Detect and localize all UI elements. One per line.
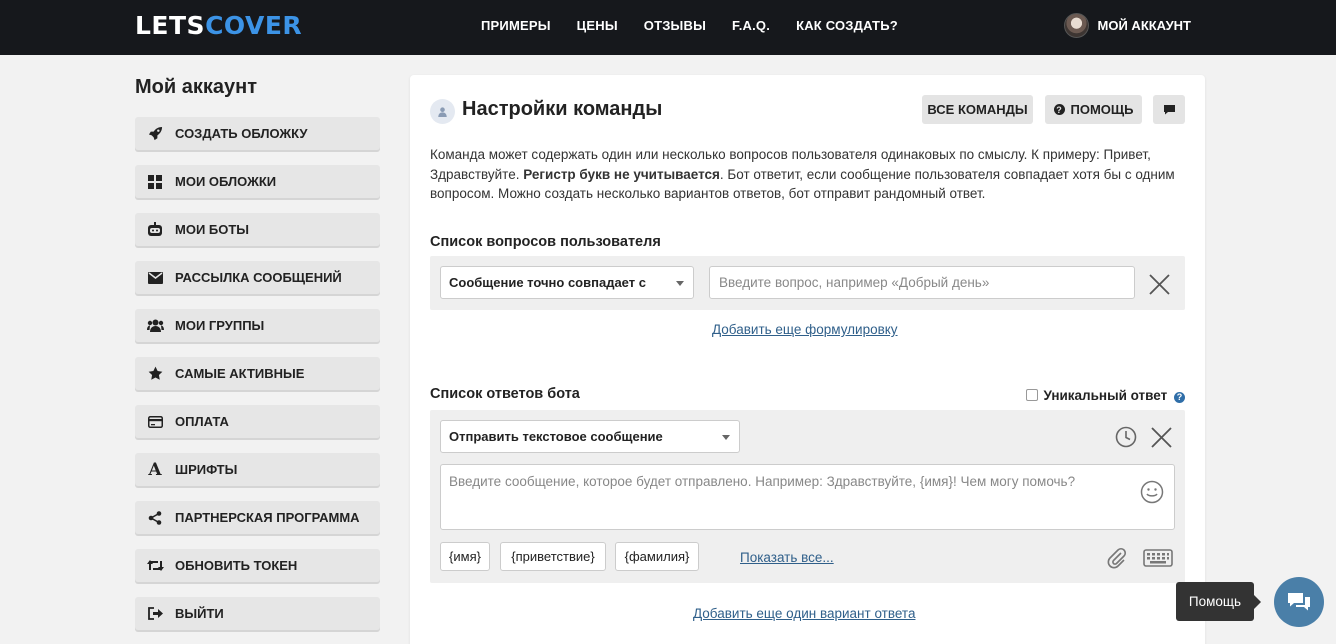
sidebar-item-label: СОЗДАТЬ ОБЛОЖКУ [175, 126, 308, 141]
smile-icon[interactable] [1140, 480, 1164, 504]
avatar [1063, 13, 1089, 38]
sidebar-title: Мой аккаунт [135, 76, 257, 98]
variable-chip-name[interactable]: {имя} [440, 542, 490, 571]
unique-answer-checkbox[interactable] [1026, 389, 1039, 401]
question-input[interactable]: Введите вопрос, например «Добрый день» [709, 266, 1135, 299]
envelope-icon [146, 269, 164, 287]
question-row: Сообщение точно совпадает с Введите вопр… [430, 256, 1185, 310]
clock-icon[interactable] [1115, 426, 1137, 448]
paperclip-icon[interactable] [1106, 547, 1128, 569]
comments-button[interactable] [1153, 95, 1185, 124]
add-answer-link[interactable]: Добавить еще один вариант ответа [693, 606, 915, 621]
robot-icon [146, 221, 164, 239]
users-icon [430, 99, 455, 124]
unique-answer-label: Уникальный ответ [1043, 388, 1168, 403]
account-label: МОЙ АККАУНТ [1097, 18, 1191, 33]
sidebar-item-label: РАССЫЛКА СООБЩЕНИЙ [175, 270, 342, 285]
grid-icon [146, 173, 164, 191]
command-description: Команда может содержать один или несколь… [430, 145, 1190, 204]
chat-widget-button[interactable] [1274, 577, 1324, 627]
command-settings-card: Настройки команды ВСЕ КОМАНДЫ ? ПОМОЩЬ К… [410, 75, 1205, 644]
sidebar-item-payment[interactable]: ОПЛАТА [135, 405, 380, 438]
nav-link-prices[interactable]: ЦЕНЫ [577, 18, 618, 33]
logo[interactable]: LETSCOVER [135, 11, 302, 40]
answer-message-placeholder: Введите сообщение, которое будет отправл… [449, 474, 1076, 489]
answer-type-select[interactable]: Отправить текстовое сообщение [440, 420, 740, 453]
main-nav: ПРИМЕРЫ ЦЕНЫ ОТЗЫВЫ F.A.Q. КАК СОЗДАТЬ? [481, 18, 898, 33]
sidebar-item-label: ПАРТНЕРСКАЯ ПРОГРАММА [175, 510, 360, 525]
nav-link-faq[interactable]: F.A.Q. [732, 18, 770, 33]
help-tooltip: Помощь [1176, 582, 1261, 621]
sidebar-item-label: САМЫЕ АКТИВНЫЕ [175, 366, 305, 381]
share-icon [146, 509, 164, 527]
help-button-label: ПОМОЩЬ [1070, 102, 1134, 117]
logo-text-cover: COVER [205, 11, 303, 40]
retweet-icon [146, 557, 164, 575]
match-type-select[interactable]: Сообщение точно совпадает с [440, 266, 694, 299]
sidebar-item-my-bots[interactable]: МОИ БОТЫ [135, 213, 380, 246]
sidebar-item-fonts[interactable]: A ШРИФТЫ [135, 453, 380, 486]
show-all-variables-link[interactable]: Показать все... [740, 550, 834, 565]
help-button[interactable]: ? ПОМОЩЬ [1045, 95, 1142, 124]
answers-section-title: Список ответов бота [430, 386, 580, 402]
nav-link-examples[interactable]: ПРИМЕРЫ [481, 18, 551, 33]
sidebar-item-partner-program[interactable]: ПАРТНЕРСКАЯ ПРОГРАММА [135, 501, 380, 534]
all-commands-button[interactable]: ВСЕ КОМАНДЫ [922, 95, 1033, 124]
chevron-down-icon [722, 435, 730, 440]
star-icon [146, 365, 164, 383]
description-bold: Регистр букв не учитывается [523, 166, 720, 182]
sidebar-menu: СОЗДАТЬ ОБЛОЖКУ МОИ ОБЛОЖКИ МОИ БОТЫ РАС… [135, 117, 380, 644]
close-icon[interactable] [1151, 427, 1172, 448]
answer-block: Отправить текстовое сообщение Введите со… [430, 410, 1185, 583]
unique-answer-toggle[interactable]: Уникальный ответ ? [1026, 388, 1185, 403]
top-navbar: LETSCOVER ПРИМЕРЫ ЦЕНЫ ОТЗЫВЫ F.A.Q. КАК… [0, 0, 1336, 55]
add-question-link[interactable]: Добавить еще формулировку [712, 322, 898, 337]
answer-message-textarea[interactable]: Введите сообщение, которое будет отправл… [440, 464, 1175, 530]
answer-type-value: Отправить текстовое сообщение [449, 429, 663, 444]
nav-link-how-to[interactable]: КАК СОЗДАТЬ? [796, 18, 898, 33]
sidebar-item-label: ОПЛАТА [175, 414, 229, 429]
close-icon[interactable] [1149, 274, 1170, 295]
match-type-value: Сообщение точно совпадает с [449, 275, 646, 290]
sidebar-item-my-covers[interactable]: МОИ ОБЛОЖКИ [135, 165, 380, 198]
sidebar-item-mailing[interactable]: РАССЫЛКА СООБЩЕНИЙ [135, 261, 380, 294]
sidebar-item-label: МОИ ОБЛОЖКИ [175, 174, 277, 189]
sidebar-item-create-cover[interactable]: СОЗДАТЬ ОБЛОЖКУ [135, 117, 380, 150]
users-icon [146, 317, 164, 335]
sidebar-item-label: МОИ ГРУППЫ [175, 318, 265, 333]
account-menu[interactable]: МОЙ АККАУНТ [1063, 13, 1191, 38]
question-circle-icon: ? [1053, 104, 1065, 115]
keyboard-icon[interactable] [1143, 549, 1173, 567]
questions-section-title: Список вопросов пользователя [430, 234, 661, 250]
sidebar-item-label: ШРИФТЫ [175, 462, 238, 477]
page-title: Настройки команды [462, 98, 663, 120]
sidebar-item-refresh-token[interactable]: ОБНОВИТЬ ТОКЕН [135, 549, 380, 582]
chevron-down-icon [676, 281, 684, 286]
rocket-icon [146, 125, 164, 143]
font-icon: A [148, 459, 162, 480]
sidebar-item-my-groups[interactable]: МОИ ГРУППЫ [135, 309, 380, 342]
variable-chip-surname[interactable]: {фамилия} [615, 542, 699, 571]
sidebar-item-label: МОИ БОТЫ [175, 222, 250, 237]
sign-out-icon [146, 605, 164, 623]
nav-link-reviews[interactable]: ОТЗЫВЫ [644, 18, 706, 33]
question-circle-icon[interactable]: ? [1174, 391, 1185, 403]
logo-text-lets: LETS [135, 11, 206, 40]
sidebar-item-label: ВЫЙТИ [175, 606, 224, 621]
comment-icon [1163, 105, 1175, 115]
comments-icon [1288, 593, 1310, 611]
sidebar-item-logout[interactable]: ВЫЙТИ [135, 597, 380, 630]
sidebar-item-label: ОБНОВИТЬ ТОКЕН [175, 558, 298, 573]
variable-chip-greeting[interactable]: {приветствие} [500, 542, 606, 571]
sidebar-item-most-active[interactable]: САМЫЕ АКТИВНЫЕ [135, 357, 380, 390]
credit-card-icon [146, 413, 164, 431]
